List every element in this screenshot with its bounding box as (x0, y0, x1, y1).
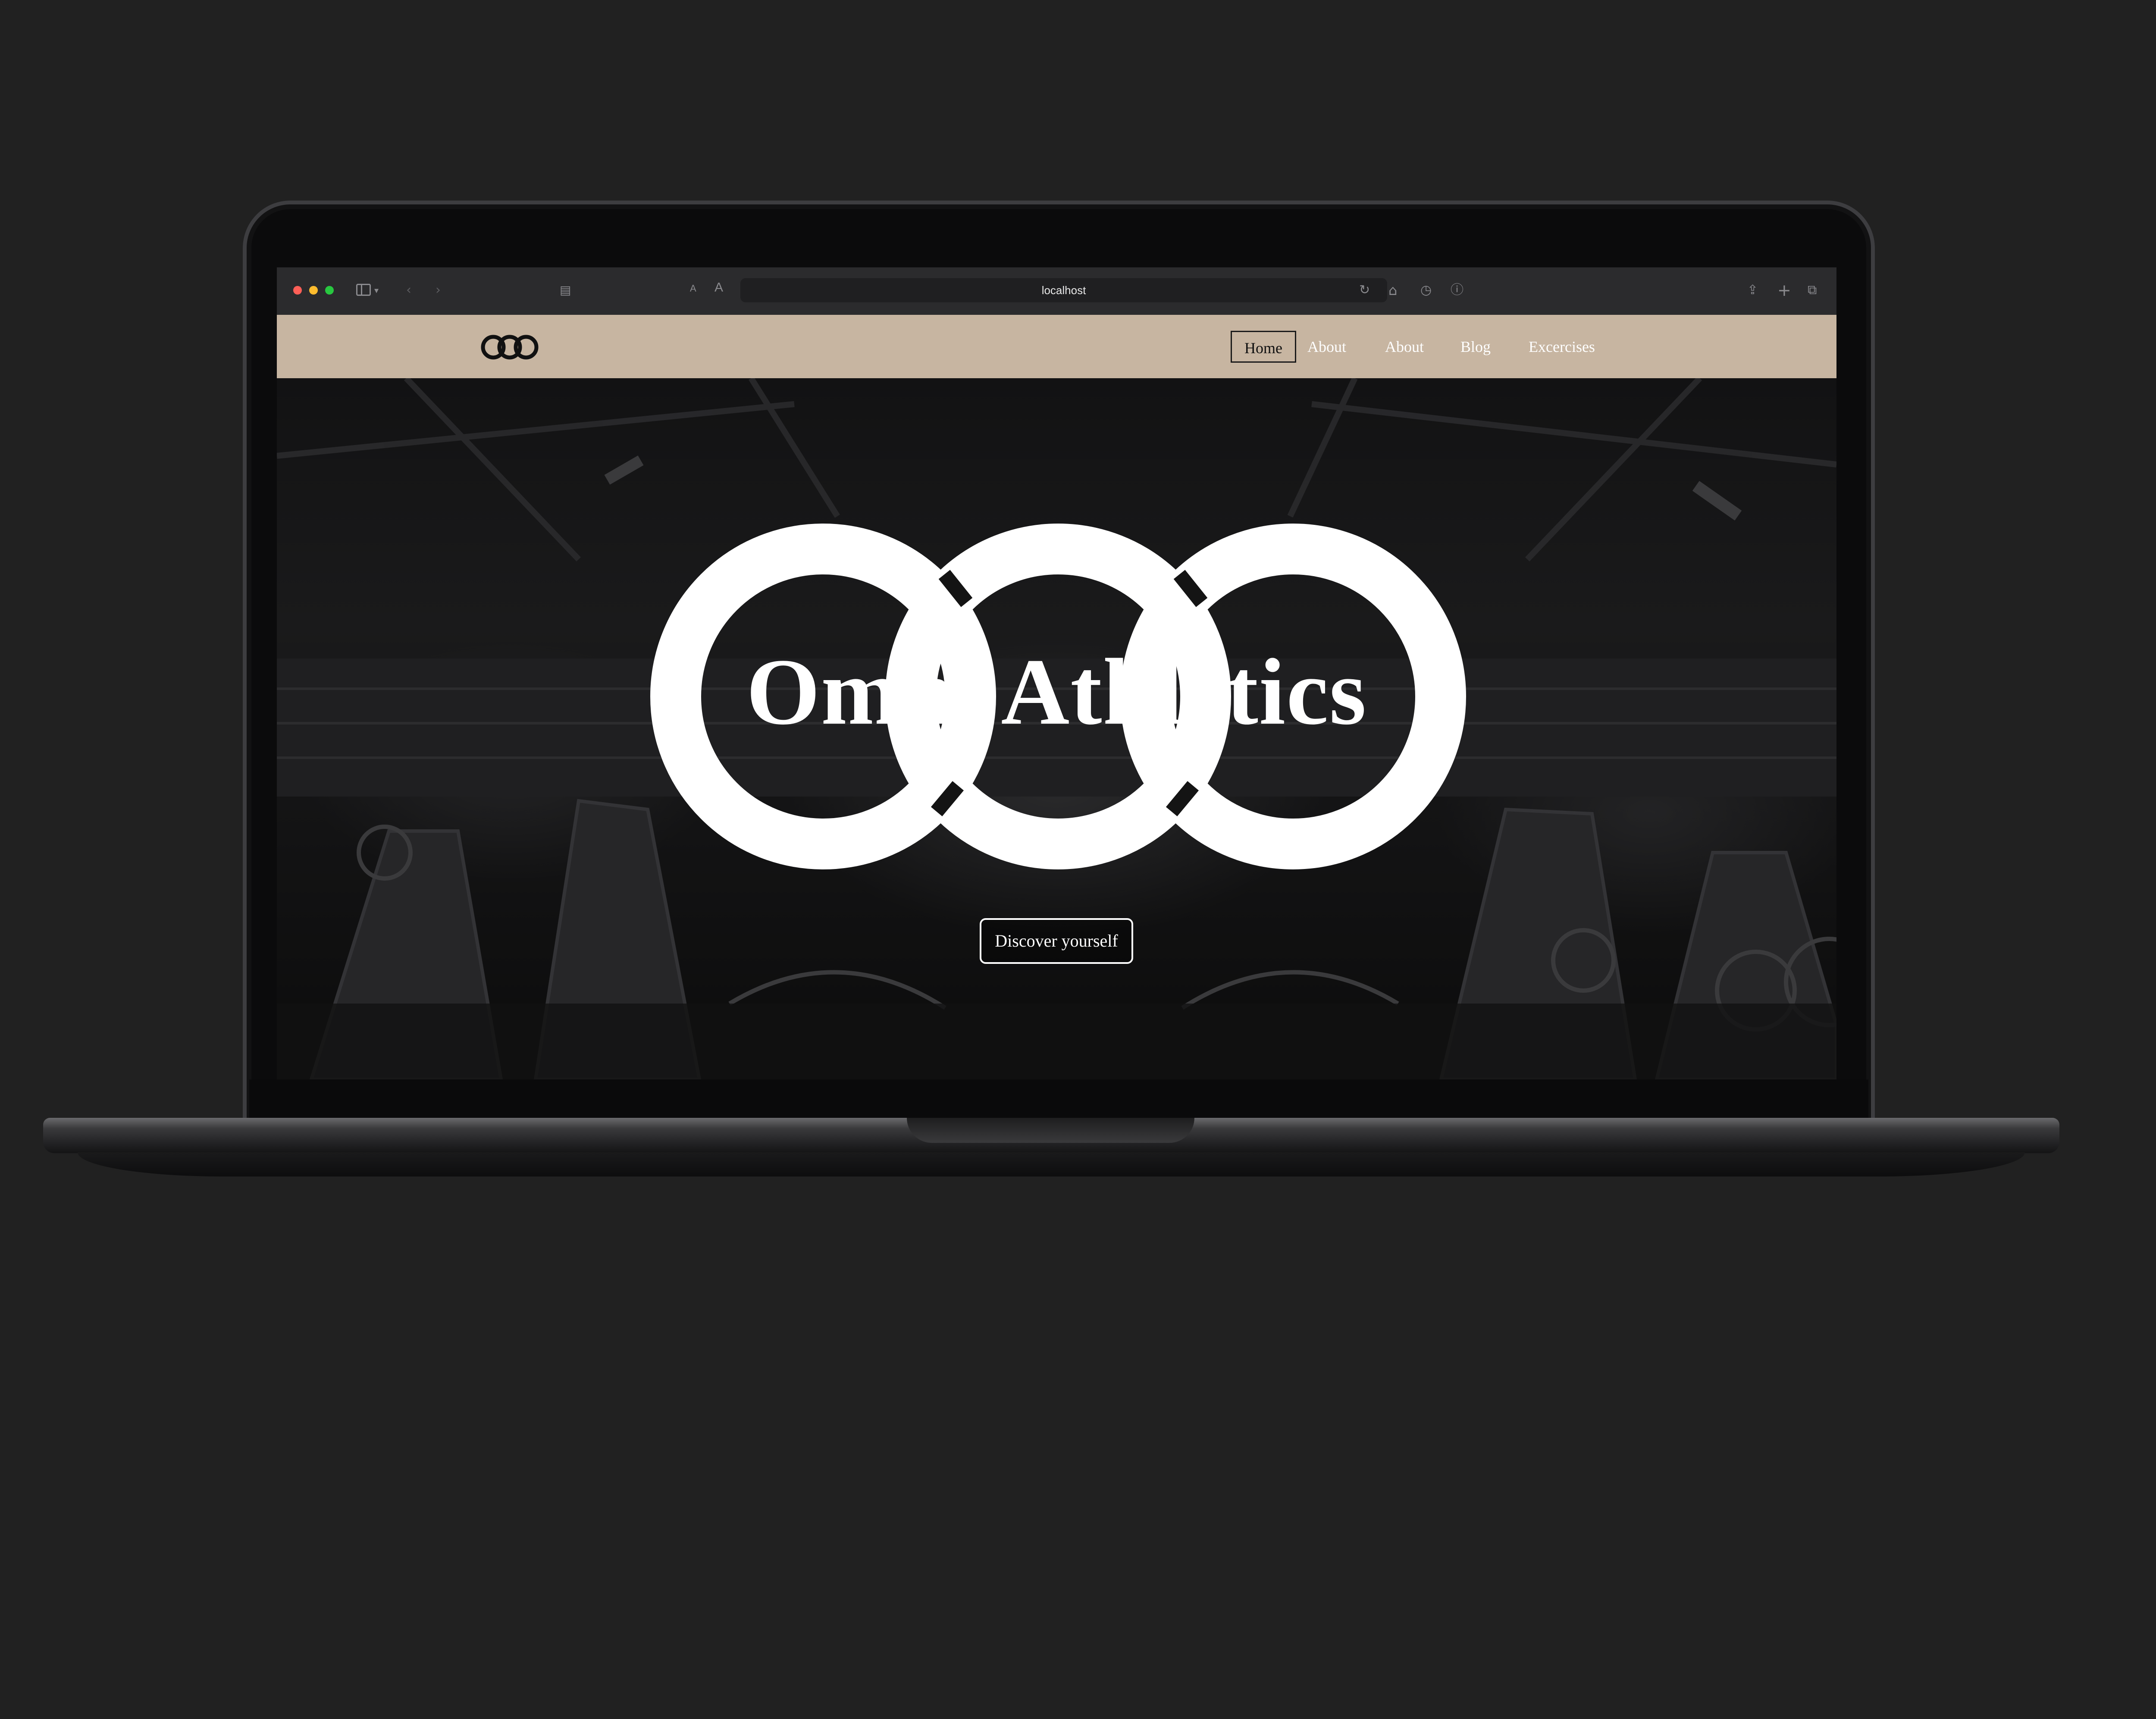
laptop-notch (907, 1118, 1194, 1143)
maximize-window-button[interactable] (325, 286, 334, 295)
nav-blog[interactable]: Blog (1450, 331, 1501, 363)
font-size-small-button[interactable]: A (690, 283, 696, 294)
info-icon[interactable]: ⓘ (1451, 279, 1463, 301)
laptop-base-underside (78, 1152, 2025, 1176)
discover-yourself-button[interactable]: Discover yourself (980, 918, 1133, 964)
chevron-left-icon[interactable]: ‹ (406, 279, 411, 301)
history-icon[interactable]: ◷ (1420, 279, 1432, 301)
chevron-down-icon[interactable]: ▾ (374, 279, 379, 301)
nav-about-2[interactable]: About (1376, 331, 1432, 363)
chevron-right-icon[interactable]: › (436, 279, 441, 301)
tabs-overview-icon[interactable]: ⧉ (1808, 279, 1817, 301)
logo-rings-icon[interactable] (479, 332, 540, 362)
sidebar-icon[interactable] (356, 284, 371, 296)
hero-title: Omni Athletics (746, 639, 1367, 744)
share-icon[interactable]: ⇪ (1747, 279, 1758, 301)
font-size-large-button[interactable]: A (714, 280, 723, 295)
address-bar[interactable]: localhost (740, 278, 1387, 302)
browser-toolbar: ▾ ‹ › ▤ A A localhost ↻ ⌂ ◷ ⓘ ⇪ + ⧉ (277, 267, 1836, 316)
laptop-screen: ▾ ‹ › ▤ A A localhost ↻ ⌂ ◷ ⓘ ⇪ + ⧉ Home… (277, 267, 1836, 1079)
address-url: localhost (1041, 284, 1086, 297)
close-window-button[interactable] (293, 286, 302, 295)
home-icon[interactable]: ⌂ (1388, 279, 1397, 301)
laptop-bezel-bottom (249, 1079, 1868, 1121)
plus-icon[interactable]: + (1777, 279, 1791, 301)
nav-home[interactable]: Home (1231, 331, 1296, 363)
reload-icon[interactable]: ↻ (1359, 279, 1370, 301)
hero-section: Omni Athletics Discover yourself (277, 378, 1836, 1079)
nav-about[interactable]: About (1299, 331, 1355, 363)
site-navbar: Home About About Blog Excercises (277, 315, 1836, 378)
nav-excercises[interactable]: Excercises (1510, 331, 1614, 363)
tab-icon[interactable]: ▤ (560, 279, 571, 301)
minimize-window-button[interactable] (309, 286, 318, 295)
